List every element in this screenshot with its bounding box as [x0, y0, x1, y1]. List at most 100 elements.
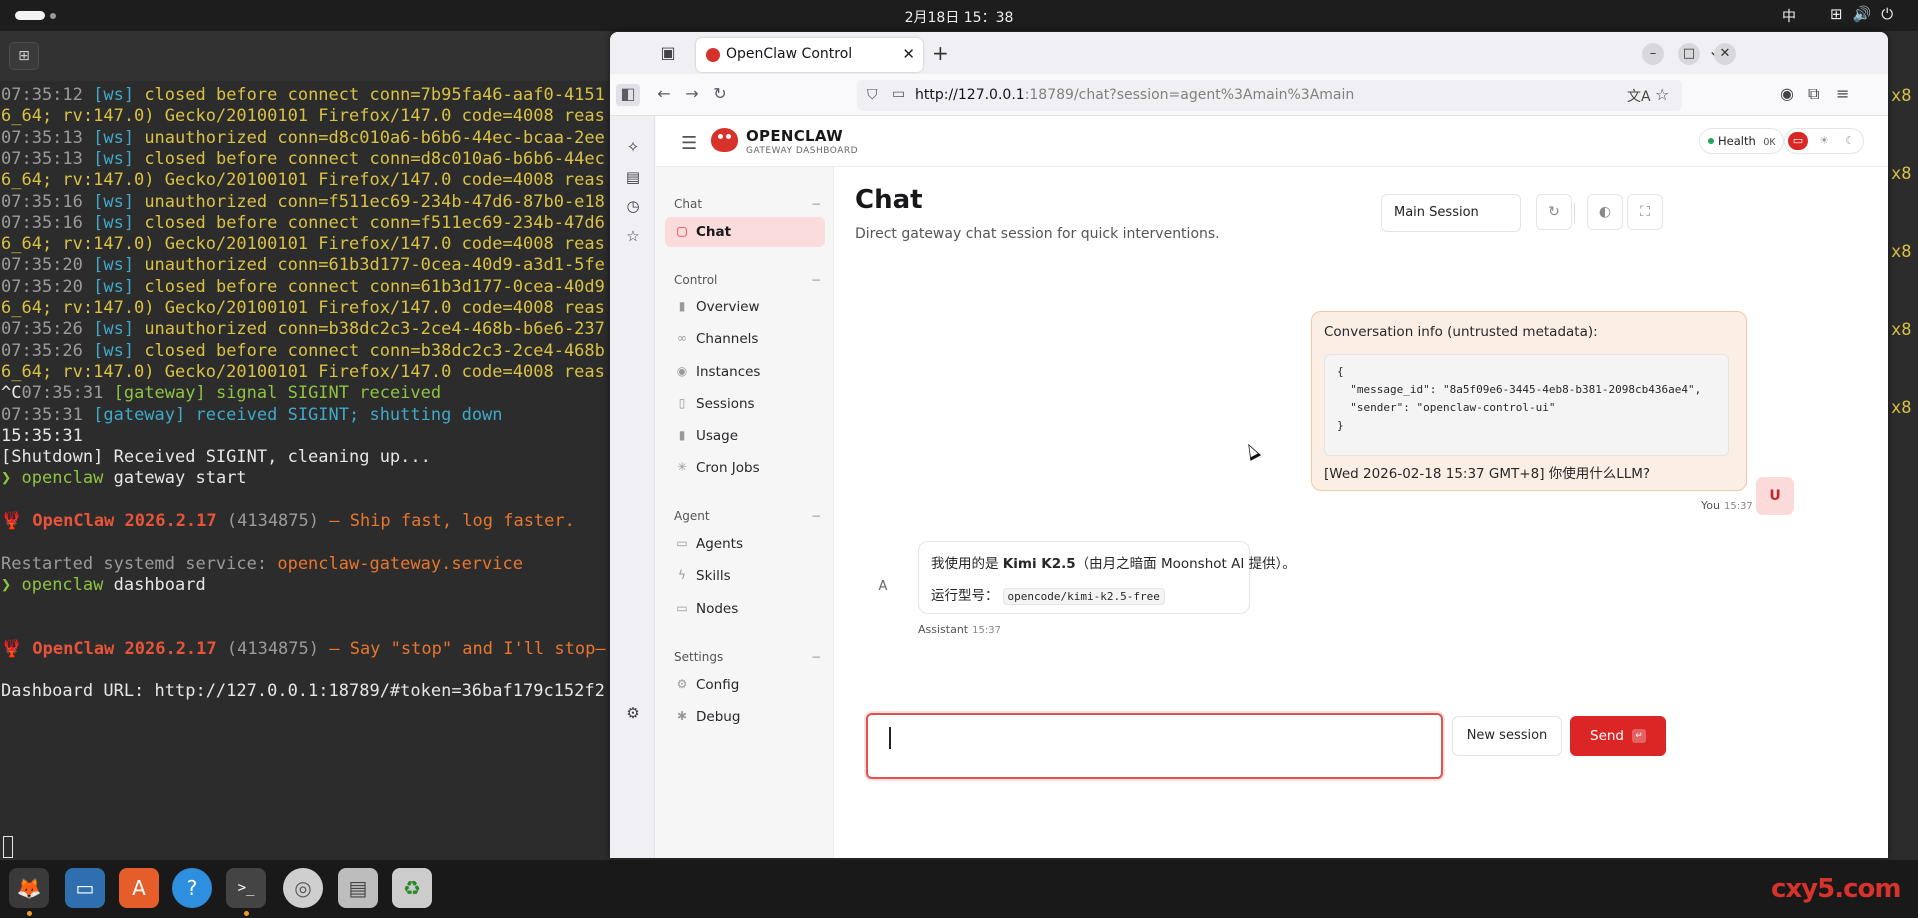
- trash-icon[interactable]: ♻: [392, 868, 432, 908]
- window-maximize-icon[interactable]: □: [1678, 43, 1700, 65]
- system-tray[interactable]: ⊞ 🔊 ⏻: [1830, 5, 1893, 23]
- account-icon[interactable]: ◉: [1780, 84, 1794, 103]
- menu-icon[interactable]: ≡: [1836, 84, 1849, 103]
- nav-label: Chat: [696, 224, 732, 240]
- nav-item-overview[interactable]: ▮ Overview: [665, 292, 825, 322]
- nav-label: Debug: [696, 709, 741, 725]
- theme-dark-icon[interactable]: ☾: [1840, 132, 1860, 150]
- power-icon: ⏻: [1881, 5, 1894, 23]
- system-clock[interactable]: 2月18日 15：38: [0, 7, 1918, 27]
- theme-light-icon[interactable]: ☀: [1814, 132, 1834, 150]
- nav-label: Overview: [696, 299, 760, 315]
- terminal-new-tab-button[interactable]: ⊞: [9, 42, 39, 70]
- user-sender: You: [1701, 499, 1720, 512]
- nav-item-sessions[interactable]: ▯ Sessions: [665, 389, 825, 419]
- hamburger-menu-icon[interactable]: ☰: [681, 133, 697, 154]
- terminal-right-edge: [1888, 31, 1918, 860]
- new-tab-icon[interactable]: +: [932, 41, 949, 65]
- nav-label: Cron Jobs: [696, 460, 760, 476]
- ai-chatbot-icon[interactable]: ✧: [623, 138, 643, 158]
- openclaw-app: ☰ OPENCLAW GATEWAY DASHBOARD Health OK ▭…: [656, 116, 1888, 858]
- thinking-toggle-icon[interactable]: ◐: [1587, 194, 1623, 230]
- collapse-control-icon[interactable]: −: [811, 273, 821, 287]
- nav-item-channels[interactable]: ∞ Channels: [665, 324, 825, 354]
- bookmark-star-icon[interactable]: ☆: [1655, 85, 1669, 104]
- system-top-bar: 2月18日 15：38 中 ⊞ 🔊 ⏻: [0, 0, 1918, 31]
- forward-icon[interactable]: →: [680, 84, 704, 106]
- history-icon[interactable]: ◷: [623, 197, 643, 217]
- assistant-avatar: A: [878, 579, 888, 594]
- focus-mode-icon[interactable]: ⛶: [1627, 194, 1663, 230]
- browser-tab-openclaw[interactable]: OpenClaw Control ✕: [696, 38, 923, 72]
- browser-tab-bar: ▣ OpenClaw Control ✕ + ⌄ – □ ✕: [610, 32, 1888, 74]
- model-code: opencode/kimi-k2.5-free: [1002, 588, 1165, 605]
- nav-item-config[interactable]: ⚙ Config: [665, 670, 825, 700]
- back-icon[interactable]: ←: [652, 84, 676, 106]
- text-caret: [889, 727, 891, 749]
- page-subtitle: Direct gateway chat session for quick in…: [855, 226, 1220, 242]
- message-input[interactable]: [866, 713, 1443, 779]
- folder-icon: ▭: [676, 536, 688, 550]
- files-icon[interactable]: ▭: [65, 868, 105, 908]
- sidebar-toggle-icon[interactable]: ◧: [616, 84, 640, 106]
- nav-label: Config: [696, 677, 740, 693]
- url-bar[interactable]: ⛉ ▭ http://127.0.0.1:18789/chat?session=…: [857, 80, 1682, 111]
- nav-group-chat[interactable]: Chat: [674, 197, 702, 211]
- collapse-chat-icon[interactable]: −: [811, 197, 821, 211]
- translate-icon[interactable]: 文A: [1627, 86, 1651, 106]
- extensions-icon[interactable]: ⧉: [1808, 84, 1819, 104]
- window-minimize-icon[interactable]: –: [1642, 43, 1664, 65]
- nav-item-skills[interactable]: ϟ Skills: [665, 561, 825, 591]
- nav-item-chat[interactable]: ▢ Chat: [665, 217, 825, 247]
- tracking-shield-icon[interactable]: ⛉: [867, 87, 878, 103]
- refresh-icon[interactable]: ↻: [1536, 194, 1572, 230]
- terminal-overflow-text: x8: [1891, 398, 1912, 418]
- nav-item-usage[interactable]: ▮ Usage: [665, 421, 825, 451]
- tab-close-icon[interactable]: ✕: [902, 45, 915, 63]
- health-status-badge: Health OK: [1699, 128, 1785, 154]
- nav-item-agents[interactable]: ▭ Agents: [665, 529, 825, 559]
- terminal-window[interactable]: ⊞ 07:35:12 [ws] closed before connect co…: [0, 31, 610, 860]
- user-message-meta: You 15:37: [1701, 499, 1753, 512]
- firefox-icon[interactable]: 🦊: [9, 868, 49, 908]
- metadata-code-block: { "message_id": "8a5f09e6-3445-4eb8-b381…: [1324, 354, 1729, 456]
- nav-item-instances[interactable]: ◉ Instances: [665, 357, 825, 387]
- input-method-indicator[interactable]: 中: [1782, 6, 1796, 26]
- usage-chart-icon: ▮: [678, 428, 686, 442]
- bookmarks-icon[interactable]: ☆: [623, 227, 643, 247]
- window-close-icon[interactable]: ✕: [1714, 43, 1736, 65]
- health-label: Health: [1718, 134, 1756, 148]
- session-select[interactable]: Main Session: [1381, 194, 1521, 232]
- assistant-sender: Assistant: [918, 623, 969, 636]
- terminal-overflow-text: x8: [1891, 164, 1912, 184]
- nav-item-nodes[interactable]: ▭ Nodes: [665, 594, 825, 624]
- tab-title: OpenClaw Control: [726, 46, 853, 62]
- monitor-icon: ▭: [676, 601, 688, 615]
- synced-tabs-icon[interactable]: ▤: [623, 168, 643, 188]
- collapse-settings-icon[interactable]: −: [811, 650, 821, 664]
- sidebar-settings-icon[interactable]: ⚙: [623, 704, 643, 724]
- nav-item-debug[interactable]: ✱ Debug: [665, 702, 825, 732]
- page-info-icon[interactable]: ▭: [892, 86, 905, 102]
- nav-group-agent[interactable]: Agent: [674, 509, 710, 523]
- app-center-icon[interactable]: A: [119, 868, 159, 908]
- reload-icon[interactable]: ↻: [708, 84, 732, 106]
- lightning-icon: ϟ: [678, 568, 686, 582]
- theme-system-icon[interactable]: ▭: [1788, 132, 1808, 150]
- terminal-icon[interactable]: >_: [226, 868, 266, 908]
- save-disk-icon[interactable]: ▤: [338, 868, 378, 908]
- assistant-message-line: 我使用的是 Kimi K2.5（由月之暗面 Moonshot AI 提供）。: [931, 556, 1296, 572]
- disc-icon[interactable]: ◎: [283, 868, 323, 908]
- nav-item-cron-jobs[interactable]: ✳ Cron Jobs: [665, 453, 825, 483]
- url-text[interactable]: http://127.0.0.1:18789/chat?session=agen…: [915, 87, 1354, 103]
- new-session-button[interactable]: New session: [1452, 716, 1562, 756]
- help-icon[interactable]: ?: [172, 868, 212, 908]
- collapse-agent-icon[interactable]: −: [811, 509, 821, 523]
- loader-icon: ✳: [676, 460, 688, 474]
- nav-group-control[interactable]: Control: [674, 273, 717, 287]
- send-button[interactable]: Send ↵: [1570, 716, 1666, 756]
- assistant-time: 15:37: [972, 625, 1001, 636]
- chat-main: Chat Direct gateway chat session for qui…: [835, 167, 1888, 858]
- nav-group-settings[interactable]: Settings: [674, 650, 723, 664]
- tab-list-icon[interactable]: ▣: [657, 43, 679, 65]
